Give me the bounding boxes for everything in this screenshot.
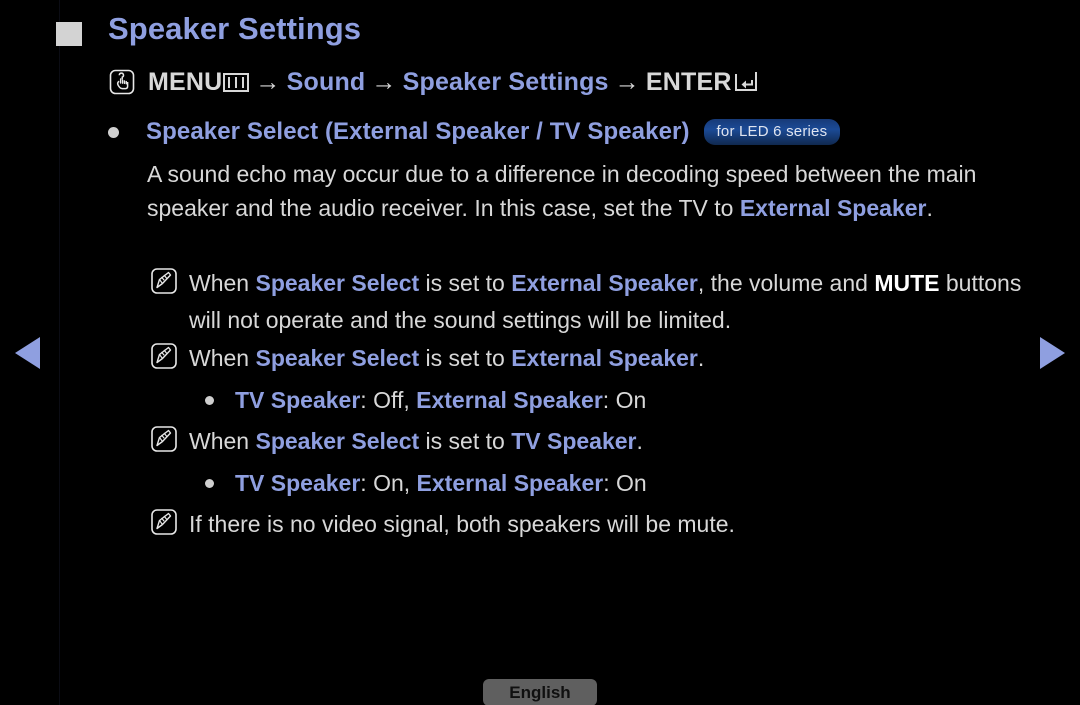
- text-run-3: TV Speaker: [511, 428, 637, 454]
- sub-bullet-row: TV Speaker: Off, External Speaker: On: [205, 387, 646, 414]
- text-run-0: TV Speaker: [235, 387, 361, 413]
- breadcrumb-text: MENU → Sound → Speaker Settings → ENTER: [148, 68, 759, 96]
- arrow-left-icon[interactable]: [15, 337, 40, 369]
- sub-bullet-row: TV Speaker: On, External Speaker: On: [205, 470, 647, 497]
- note-row: When Speaker Select is set to TV Speaker…: [150, 423, 1030, 460]
- note-text: When Speaker Select is set to External S…: [189, 340, 704, 377]
- text-run-2: is set to: [419, 428, 512, 454]
- status-badge: for LED 6 series: [703, 119, 841, 145]
- section-title: Speaker Select (External Speaker / TV Sp…: [146, 118, 690, 145]
- bullet-dot-icon: [205, 396, 214, 405]
- paragraph-part-2: .: [926, 195, 933, 221]
- section-heading: Speaker Select (External Speaker / TV Sp…: [108, 118, 841, 146]
- text-run-0: When: [189, 345, 256, 371]
- note-text: When Speaker Select is set to External S…: [189, 265, 1030, 339]
- sub-bullet-text: TV Speaker: Off, External Speaker: On: [235, 387, 646, 414]
- bullet-dot-icon: [205, 479, 214, 488]
- note-pencil-icon: [150, 342, 178, 370]
- text-run-2: is set to: [419, 270, 512, 296]
- page-title: Speaker Settings: [108, 11, 362, 46]
- note-pencil-icon: [150, 508, 178, 536]
- breadcrumb: MENU → Sound → Speaker Settings → ENTER: [108, 64, 759, 100]
- text-run-3: External Speaker: [511, 345, 698, 371]
- breadcrumb-arrow-1: →: [255, 68, 281, 96]
- page-header: Speaker Settings: [0, 11, 1080, 60]
- text-run-1: Speaker Select: [255, 345, 420, 371]
- text-run-4: .: [636, 428, 643, 454]
- square-marker-icon: [56, 22, 82, 46]
- text-run-0: If there is no video signal, both speake…: [189, 511, 735, 537]
- sub-bullet-text: TV Speaker: On, External Speaker: On: [235, 470, 647, 497]
- text-run-4: , the volume and: [697, 270, 875, 296]
- breadcrumb-sound-label: Sound: [286, 68, 366, 96]
- menu-bars-icon: [223, 73, 250, 92]
- text-run-0: When: [189, 428, 256, 454]
- note-pencil-icon: [150, 267, 178, 295]
- arrow-right-icon[interactable]: [1040, 337, 1065, 369]
- text-run-3: : On: [603, 470, 647, 496]
- breadcrumb-enter-label: ENTER: [645, 68, 732, 96]
- text-run-5: MUTE: [874, 270, 940, 296]
- breadcrumb-menu-label: MENU: [148, 68, 223, 96]
- text-run-2: External Speaker: [416, 470, 604, 496]
- note-row: When Speaker Select is set to External S…: [150, 340, 1030, 377]
- breadcrumb-speaker-settings-label: Speaker Settings: [402, 68, 609, 96]
- description-paragraph: A sound echo may occur due to a differen…: [147, 157, 1027, 225]
- text-run-3: : On: [602, 387, 647, 413]
- text-run-1: : Off,: [360, 387, 417, 413]
- text-run-2: External Speaker: [416, 387, 603, 413]
- breadcrumb-arrow-3: →: [614, 68, 640, 96]
- note-text: When Speaker Select is set to TV Speaker…: [189, 423, 643, 460]
- text-run-0: When: [189, 270, 256, 296]
- paragraph-bold-1: External Speaker: [739, 195, 927, 221]
- note-row: When Speaker Select is set to External S…: [150, 265, 1030, 339]
- note-text: If there is no video signal, both speake…: [189, 506, 735, 543]
- hand-press-icon: [108, 68, 136, 96]
- breadcrumb-arrow-2: →: [371, 68, 397, 96]
- text-run-1: Speaker Select: [255, 428, 420, 454]
- text-run-1: : On,: [360, 470, 417, 496]
- text-run-2: is set to: [419, 345, 512, 371]
- bullet-dot-icon: [108, 126, 119, 138]
- language-button[interactable]: English: [483, 679, 597, 705]
- text-run-1: Speaker Select: [255, 270, 420, 296]
- text-run-3: External Speaker: [511, 270, 698, 296]
- note-pencil-icon: [150, 425, 178, 453]
- tv-help-screen: Speaker Settings MENU → Sound → Speaker Sett…: [0, 0, 1080, 705]
- text-run-4: .: [697, 345, 705, 371]
- text-run-0: TV Speaker: [235, 470, 361, 496]
- left-divider: [59, 0, 60, 705]
- note-row: If there is no video signal, both speake…: [150, 506, 1030, 543]
- enter-return-icon: [734, 71, 759, 93]
